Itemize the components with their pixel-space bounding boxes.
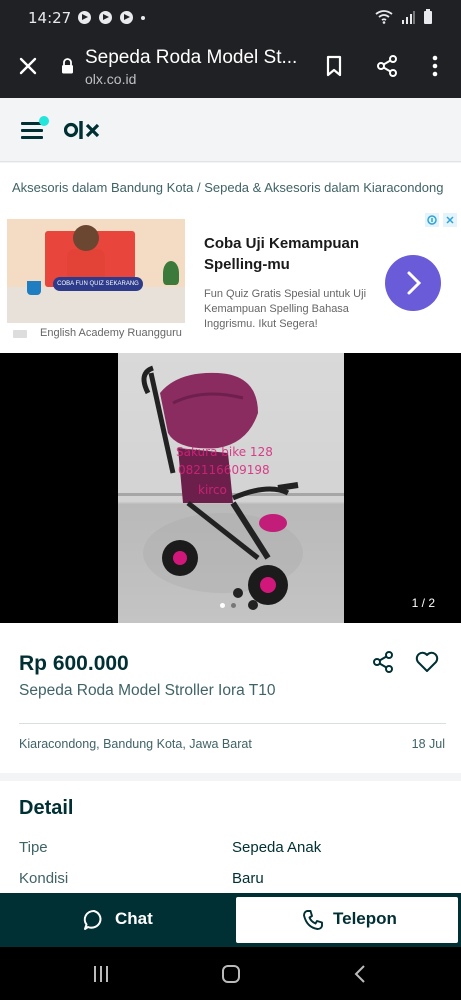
image-gallery[interactable]: Sakura bike 128 082116609198 kirco 1 / 2	[0, 353, 461, 623]
youtube-notification-icon	[120, 11, 133, 24]
listing-location: Kiaracondong, Bandung Kota, Jawa Barat	[19, 737, 252, 751]
stroller-bike-illustration	[141, 365, 303, 610]
action-bar: Chat Telepon	[0, 893, 461, 947]
detail-value-tipe: Sepeda Anak	[232, 839, 322, 856]
ad-body: Fun Quiz Gratis Spesial untuk Uji Kemamp…	[204, 288, 367, 330]
chat-button-label: Chat	[115, 909, 153, 928]
listing-summary: Rp 600.000 Sepeda Roda Model Stroller Io…	[0, 623, 461, 773]
photo-watermark-line-2: 082116609198	[178, 463, 270, 477]
ad-source: English Academy Ruangguru	[40, 327, 182, 339]
photo-watermark-line-1: Sakura bike 128	[176, 445, 273, 459]
recent-apps-icon[interactable]	[90, 963, 112, 985]
lock-icon	[62, 58, 73, 74]
listing-date: 18 Jul	[411, 737, 445, 751]
page-title[interactable]: Sepeda Roda Model St...	[85, 47, 300, 69]
wifi-icon	[375, 9, 393, 24]
favorite-heart-icon[interactable]	[414, 649, 440, 675]
clock: 14:27	[28, 9, 72, 27]
youtube-notification-icon	[78, 11, 91, 24]
youtube-notification-icon	[99, 11, 112, 24]
site-header	[0, 98, 461, 162]
olx-logo[interactable]	[64, 118, 104, 142]
share-icon[interactable]	[373, 52, 401, 80]
breadcrumb[interactable]: Aksesoris dalam Bandung Kota / Sepeda & …	[0, 163, 461, 211]
detail-value-kondisi: Baru	[232, 870, 264, 887]
detail-heading: Detail	[19, 797, 74, 819]
system-navigation-bar	[0, 947, 461, 1000]
browser-toolbar: Sepeda Roda Model St... olx.co.id	[0, 34, 461, 98]
ad-image[interactable]: COBA FUN QUIZ SEKARANG	[7, 219, 185, 323]
listing-price: Rp 600.000	[19, 652, 129, 675]
detail-label-tipe: Tipe	[19, 839, 48, 856]
share-listing-icon[interactable]	[370, 649, 396, 675]
system-icons	[375, 9, 433, 24]
menu-icon[interactable]	[21, 116, 49, 139]
gallery-counter: 1 / 2	[411, 596, 435, 610]
notification-icons	[78, 11, 145, 24]
home-icon[interactable]	[220, 963, 242, 985]
detail-section: Detail Tipe Sepeda Anak Kondisi Baru	[0, 781, 461, 896]
adchoices-icon[interactable]	[425, 213, 439, 227]
listing-title: Sepeda Roda Model Stroller Iora T10	[19, 682, 276, 699]
product-photo[interactable]: Sakura bike 128 082116609198 kirco	[118, 353, 344, 623]
notification-dot	[39, 116, 49, 126]
gallery-pagination	[220, 603, 236, 608]
photo-watermark-line-3: kirco	[198, 483, 227, 497]
chat-icon	[83, 909, 102, 930]
status-bar: 14:27	[0, 0, 461, 34]
call-button-label: Telepon	[333, 909, 397, 928]
overflow-menu-icon[interactable]	[421, 52, 449, 80]
signal-icon	[402, 10, 415, 24]
more-notifications-icon	[141, 15, 145, 20]
chevron-right-icon	[407, 271, 422, 295]
ad-title[interactable]: Coba Uji Kemampuan Spelling-mu	[204, 233, 374, 275]
ad-banner[interactable]: COBA FUN QUIZ SEKARANG Coba Uji Kemampua…	[0, 211, 461, 353]
detail-label-kondisi: Kondisi	[19, 870, 69, 887]
ad-close-icon[interactable]	[443, 213, 457, 227]
chat-button[interactable]: Chat	[0, 893, 230, 947]
close-icon[interactable]	[14, 52, 42, 80]
bookmark-icon[interactable]	[320, 52, 348, 80]
back-icon[interactable]	[350, 963, 372, 985]
phone-icon	[303, 910, 323, 930]
url-host[interactable]: olx.co.id	[85, 71, 136, 87]
call-button[interactable]: Telepon	[236, 897, 458, 943]
ad-image-tag: COBA FUN QUIZ SEKARANG	[53, 277, 143, 291]
divider	[19, 723, 446, 724]
ad-go-button[interactable]	[385, 255, 441, 311]
battery-icon	[424, 9, 432, 24]
ad-source-icon	[13, 330, 27, 338]
